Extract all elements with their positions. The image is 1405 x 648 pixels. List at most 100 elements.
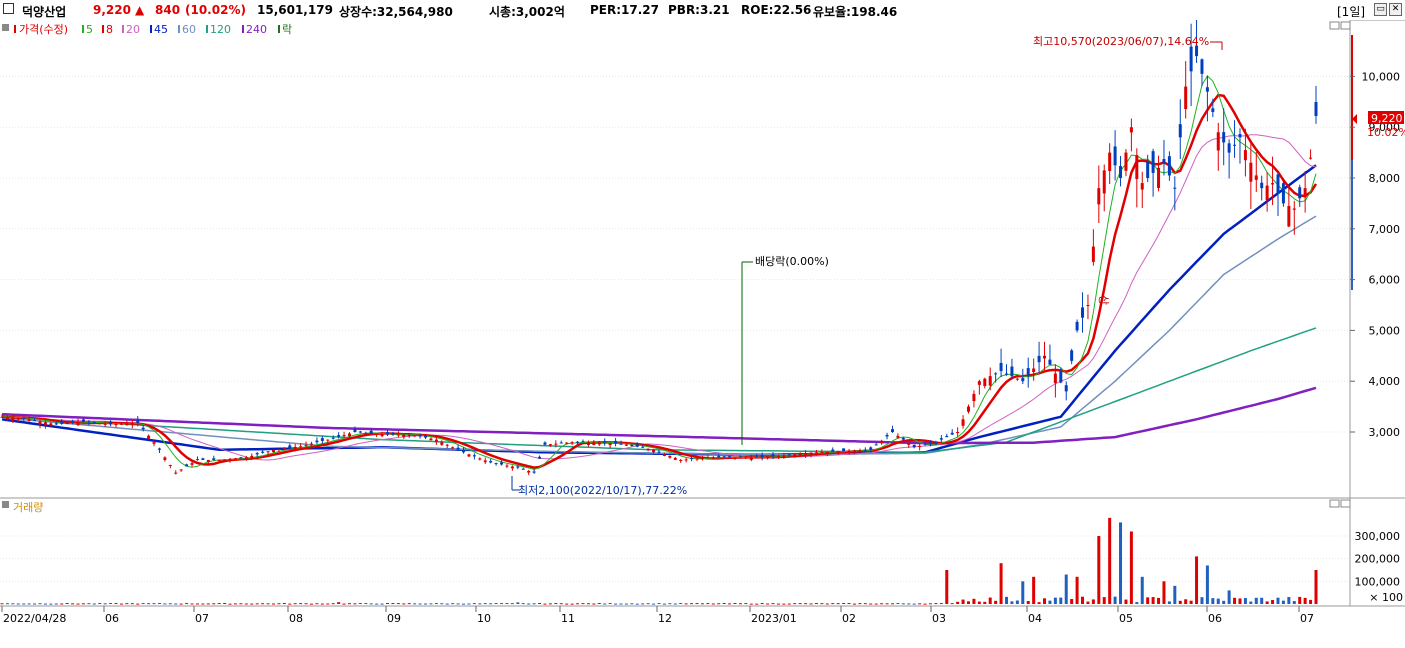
volume-bar [174, 603, 178, 605]
volume-bar [825, 603, 829, 605]
candle-body [1292, 208, 1296, 210]
volume-bar [548, 603, 552, 605]
candle-body [896, 435, 900, 438]
volume-bar [1151, 597, 1155, 604]
candle-body [1249, 162, 1253, 182]
candle-body [945, 435, 949, 438]
volume-bar [782, 603, 786, 605]
volume-bar [771, 603, 775, 605]
candle-body [494, 463, 498, 465]
close-icon[interactable]: ✕ [1389, 3, 1402, 16]
volume-bar [1124, 599, 1128, 604]
x-tick-label: 08 [289, 612, 303, 625]
candle-body [771, 454, 775, 457]
volume-bar [1178, 600, 1182, 604]
volume-bar [1298, 596, 1302, 604]
volume-unit-label: × 100 [1369, 591, 1403, 604]
candle-body [1238, 134, 1242, 138]
candle-body [521, 468, 525, 470]
panel-menu-icon[interactable] [2, 24, 9, 31]
volume-bar [1260, 597, 1264, 604]
volume-bar [1276, 597, 1280, 604]
volume-bar [1010, 601, 1014, 604]
volume-bar [711, 603, 715, 605]
candle-body [624, 444, 628, 446]
volume-bar [1005, 596, 1009, 604]
volume-bar [717, 603, 721, 605]
candle-body [49, 423, 53, 426]
volume-bar [1157, 597, 1161, 604]
volume-bar [1249, 601, 1253, 604]
candle-body [1059, 371, 1063, 383]
volume-bar [27, 603, 31, 605]
restore-icon[interactable]: ▭ [1374, 3, 1387, 16]
candle-body [407, 434, 411, 437]
volume-bar [603, 603, 607, 605]
volume-bar [961, 599, 965, 604]
candle-body [320, 438, 324, 441]
volume-bar [87, 603, 91, 605]
candle-body [1119, 166, 1123, 178]
candle-body [43, 422, 47, 425]
candle-body [185, 464, 189, 467]
volume-bar [326, 603, 330, 605]
legend-ex: 락 [282, 23, 292, 36]
volume-bar [1075, 576, 1079, 604]
candle-body [885, 434, 889, 437]
volume-bar [972, 598, 976, 604]
checkbox-icon[interactable] [3, 3, 14, 14]
volume-bar [988, 597, 992, 604]
volume-bar [168, 603, 172, 605]
candle-body [114, 424, 118, 426]
candle-body [999, 362, 1003, 372]
market-cap: 시총:3,002억 [489, 5, 565, 19]
volume-bar [375, 603, 379, 605]
candle-body [1167, 156, 1171, 176]
candle-body [934, 441, 938, 443]
volume-bar [1129, 531, 1133, 604]
volume-bar [630, 603, 634, 605]
volume-bar [163, 603, 167, 605]
candle-body [1157, 167, 1161, 188]
volume-bar [966, 601, 970, 604]
candle-body [223, 459, 227, 461]
candle-body [1053, 373, 1057, 384]
volume-bar [195, 603, 199, 605]
candle-body [326, 439, 330, 441]
volume-bar [896, 603, 900, 605]
volume-bar [38, 603, 42, 605]
volume-bar [994, 600, 998, 604]
volume-bar [863, 603, 867, 605]
volume-bar [1021, 581, 1025, 604]
volume-bar [320, 603, 324, 605]
volume-value: 15,601,179 [257, 3, 333, 17]
candle-body [1227, 143, 1231, 153]
volume-tick-label: 100,000 [1355, 575, 1401, 588]
volume-bar [760, 603, 764, 605]
volume-bar [646, 603, 650, 605]
candle-body [510, 466, 514, 469]
candle-body [119, 423, 123, 425]
candle-body [1086, 305, 1090, 306]
candle-body [201, 458, 205, 460]
candle-body [977, 381, 981, 385]
volume-bar [152, 603, 156, 605]
period-selector[interactable]: [1일] [1337, 3, 1365, 20]
candle-body [467, 454, 471, 457]
candle-body [1233, 144, 1237, 146]
volume-bar [700, 603, 704, 605]
volume-bar [380, 603, 384, 605]
stock-chart[interactable]: 가격(수정) 5 8 20 45 60 120 240 락 거래량 3,000 4,000 5,0… [0, 20, 1405, 648]
candle-body [190, 463, 194, 465]
volume-bar [690, 603, 694, 605]
volume-bar [76, 603, 80, 605]
candle-body [1184, 86, 1188, 109]
candle-body [809, 452, 813, 455]
volume-bar [353, 603, 357, 605]
volume-menu-icon[interactable] [2, 501, 9, 508]
candle-body [1173, 187, 1177, 189]
volume-bar [402, 603, 406, 605]
price-tick-label: 6,000 [1369, 274, 1401, 287]
candle-body [282, 448, 286, 450]
candle-body [386, 432, 390, 435]
